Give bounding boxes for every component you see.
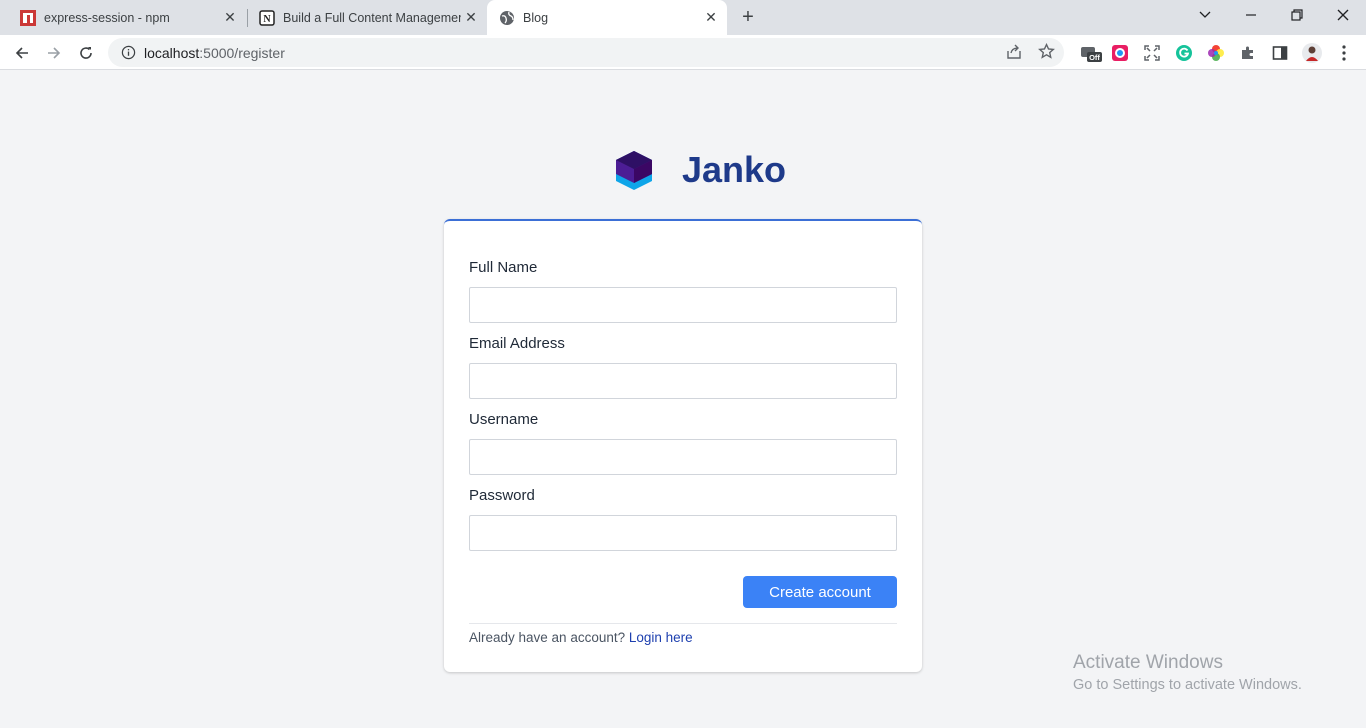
browser-toolbar: localhost:5000/register Off (0, 35, 1366, 70)
fullscreen-icon[interactable] (1142, 43, 1162, 63)
close-window-button[interactable] (1320, 0, 1366, 30)
password-label: Password (469, 487, 535, 504)
info-icon[interactable] (120, 45, 136, 61)
username-field[interactable] (469, 439, 897, 475)
new-tab-button[interactable]: + (736, 5, 760, 29)
back-button[interactable] (8, 39, 36, 67)
brand-name: Janko (682, 149, 787, 190)
activation-watermark: Activate Windows Go to Settings to activ… (1073, 652, 1302, 693)
minimize-button[interactable] (1228, 0, 1274, 30)
reload-button[interactable] (72, 39, 100, 67)
notion-icon: N (259, 9, 275, 26)
tab-title: Blog (523, 10, 549, 25)
email-label: Email Address (469, 335, 565, 352)
tab-strip: express-session - npm ✕ N Build a Full C… (0, 0, 1366, 35)
color-picker-icon[interactable] (1110, 43, 1130, 63)
share-icon[interactable] (1006, 44, 1022, 65)
watermark-title: Activate Windows (1073, 652, 1223, 673)
watermark-subtitle: Go to Settings to activate Windows. (1073, 677, 1302, 693)
login-link[interactable]: Login here (629, 630, 693, 645)
password-field[interactable] (469, 515, 897, 551)
side-panel-icon[interactable] (1270, 43, 1290, 63)
close-icon[interactable]: ✕ (220, 8, 240, 28)
bookmark-star-icon[interactable] (1038, 42, 1055, 65)
off-extension-icon[interactable]: Off (1080, 43, 1102, 63)
grammarly-icon[interactable] (1174, 43, 1194, 63)
tab-build-cms[interactable]: N Build a Full Content Management ✕ (239, 0, 487, 35)
extension-badge: Off (1089, 53, 1100, 62)
brand-header: Janko (612, 146, 786, 194)
globe-icon (499, 10, 515, 26)
divider (469, 623, 897, 624)
address-host: localhost (144, 44, 200, 61)
email-field[interactable] (469, 363, 897, 399)
tab-title: express-session - npm (44, 10, 170, 25)
npm-icon (20, 9, 36, 26)
color-wheel-icon[interactable] (1206, 43, 1226, 63)
create-account-button[interactable]: Create account (743, 576, 897, 608)
username-label: Username (469, 411, 539, 428)
svg-text:N: N (263, 14, 271, 25)
login-prompt-text: Already have an account? (469, 630, 626, 645)
close-icon[interactable]: ✕ (461, 8, 481, 28)
profile-avatar[interactable] (1302, 43, 1322, 63)
menu-dots-icon[interactable] (1334, 43, 1354, 63)
tab-blog[interactable]: Blog ✕ (487, 0, 727, 35)
address-url: localhost:5000/register (144, 45, 285, 61)
login-prompt: Already have an account? Login here (469, 630, 693, 645)
register-card: Full Name Email Address Username Passwor… (444, 219, 922, 672)
address-bar[interactable]: localhost:5000/register (108, 38, 1064, 67)
full-name-label: Full Name (469, 259, 538, 276)
full-name-field[interactable] (469, 287, 897, 323)
cube-logo-icon (616, 151, 652, 190)
restore-button[interactable] (1274, 0, 1320, 30)
close-icon[interactable]: ✕ (701, 8, 721, 28)
tab-express-session[interactable]: express-session - npm ✕ (0, 0, 246, 35)
address-path: :5000/register (199, 44, 285, 61)
tab-search-chevron-icon[interactable] (1182, 0, 1228, 30)
tab-title: Build a Full Content Management (283, 10, 461, 25)
forward-button[interactable] (40, 39, 68, 67)
puzzle-icon[interactable] (1238, 43, 1258, 63)
